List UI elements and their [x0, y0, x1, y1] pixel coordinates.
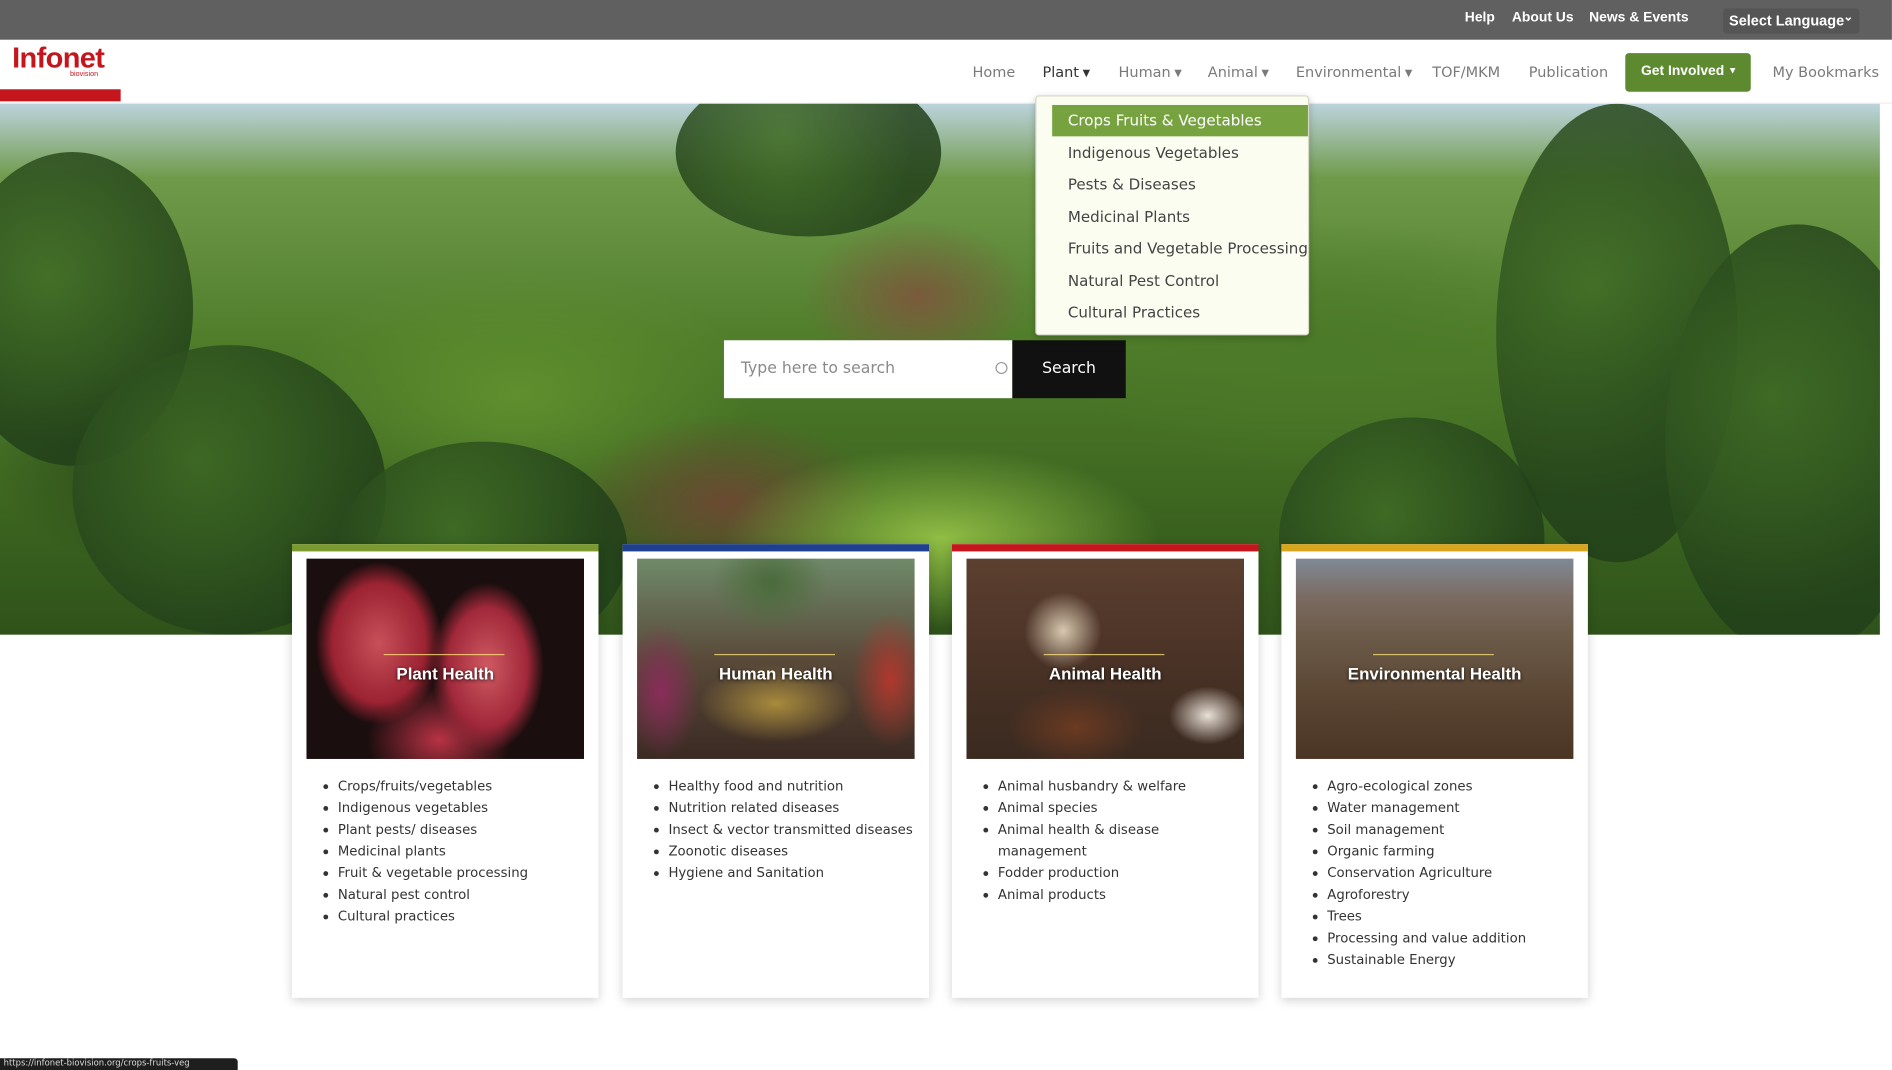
list-item[interactable]: Natural pest control [323, 884, 591, 906]
caret-down-icon: ▼ [1082, 67, 1091, 79]
list-item[interactable]: Healthy food and nutrition [653, 776, 922, 798]
hero-tree [675, 103, 942, 237]
chevron-down-icon: ⌄ [1843, 10, 1854, 25]
plant-health-list: Crops/fruits/vegetables Indigenous veget… [323, 776, 591, 928]
list-item[interactable]: Medicinal plants [323, 841, 591, 863]
news-events-link[interactable]: News & Events [1589, 11, 1688, 25]
list-item[interactable]: Agroforestry [1312, 884, 1581, 906]
plant-dropdown-menu: Crops Fruits & Vegetables Indigenous Veg… [1035, 95, 1310, 336]
list-item[interactable]: Fodder production [983, 863, 1251, 885]
list-item[interactable]: Indigenous vegetables [323, 798, 591, 820]
search-clear-icon [995, 361, 1008, 375]
nav-environmental-label: Environmental [1295, 63, 1402, 81]
environmental-health-card: Environmental Health Agro-ecological zon… [1281, 544, 1588, 998]
card-accent-bar [291, 544, 599, 552]
card-title-rule [1373, 653, 1494, 656]
nav-plant-label: Plant [1042, 63, 1079, 81]
list-item[interactable]: Animal species [983, 798, 1251, 820]
card-accent-bar [952, 544, 1259, 552]
animal-health-list: Animal husbandry & welfare Animal specie… [983, 776, 1251, 906]
search-placeholder: Type here to search [740, 359, 896, 378]
card-title: Plant Health [396, 663, 495, 683]
language-select[interactable]: Select Language ⌄ [1723, 8, 1860, 34]
list-item[interactable]: Soil management [1312, 819, 1581, 841]
nav-my-bookmarks[interactable]: My Bookmarks [1772, 64, 1879, 81]
list-item[interactable]: Water management [1312, 798, 1581, 820]
card-title-rule [714, 653, 835, 656]
caret-down-icon: ▼ [1261, 67, 1269, 79]
logo-red-bar [0, 89, 121, 102]
search-button[interactable]: Search [1012, 340, 1126, 399]
list-item[interactable]: Animal health & disease management [983, 819, 1251, 862]
list-item[interactable]: Nutrition related diseases [653, 798, 922, 820]
list-item[interactable]: Conservation Agriculture [1312, 863, 1581, 885]
caret-down-icon: ▼ [1727, 65, 1738, 77]
environmental-health-list: Agro-ecological zones Water management S… [1312, 776, 1581, 972]
list-item[interactable]: Agro-ecological zones [1312, 776, 1581, 798]
get-involved-label: Get Involved [1640, 63, 1725, 79]
nav-plant[interactable]: Plant ▼ [1043, 64, 1091, 81]
dropdown-item-medicinal-plants[interactable]: Medicinal Plants [1052, 202, 1308, 233]
card-title: Human Health [719, 663, 833, 683]
page: Help About Us News & Events Select Langu… [0, 0, 1892, 1070]
nav-human[interactable]: Human ▼ [1119, 64, 1182, 81]
dropdown-item-crops-fruits-vegetables[interactable]: Crops Fruits & Vegetables [1052, 104, 1308, 137]
list-item[interactable]: Hygiene and Sanitation [653, 863, 922, 885]
nav-environmental[interactable]: Environmental ▼ [1296, 64, 1412, 81]
card-title: Animal Health [1048, 663, 1162, 683]
caret-down-icon: ▼ [1174, 67, 1182, 79]
caret-down-icon: ▼ [1404, 67, 1413, 79]
help-link[interactable]: Help [1465, 11, 1495, 25]
about-us-link[interactable]: About Us [1512, 11, 1574, 25]
top-utility-bar: Help About Us News & Events Select Langu… [0, 0, 1892, 40]
list-item[interactable]: Organic farming [1312, 841, 1581, 863]
nav-tof-mkm[interactable]: TOF/MKM [1432, 64, 1500, 81]
nav-publication[interactable]: Publication [1529, 64, 1608, 81]
nav-human-label: Human [1118, 63, 1171, 81]
plant-health-card: Plant Health Crops/fruits/vegetables Ind… [291, 544, 599, 998]
list-item[interactable]: Insect & vector transmitted diseases [653, 819, 922, 841]
dropdown-item-fruit-vegetable-processing[interactable]: Fruits and Vegetable Processing [1052, 233, 1308, 264]
list-item[interactable]: Sustainable Energy [1312, 950, 1581, 972]
list-item[interactable]: Crops/fruits/vegetables [323, 776, 591, 798]
nav-animal-label: Animal [1207, 63, 1258, 81]
logo-subtext: biovision [69, 71, 99, 79]
human-health-card: Human Health Healthy food and nutrition … [622, 544, 930, 998]
human-health-image[interactable]: Human Health [637, 558, 915, 759]
dropdown-item-indigenous-vegetables[interactable]: Indigenous Vegetables [1052, 138, 1308, 169]
language-select-label: Select Language [1729, 12, 1845, 29]
list-item[interactable]: Trees [1312, 906, 1581, 928]
plant-health-image[interactable]: Plant Health [306, 558, 584, 759]
list-item[interactable]: Cultural practices [323, 906, 591, 928]
search-input[interactable]: Type here to search [723, 340, 1013, 399]
infonet-logo[interactable]: Infonet biovision [0, 40, 121, 103]
card-title-rule [383, 653, 505, 656]
list-item[interactable]: Plant pests/ diseases [323, 819, 591, 841]
human-health-list: Healthy food and nutrition Nutrition rel… [653, 776, 922, 885]
environmental-health-image[interactable]: Environmental Health [1295, 558, 1574, 759]
card-accent-bar [1281, 544, 1588, 552]
nav-home[interactable]: Home [973, 64, 1016, 81]
list-item[interactable]: Zoonotic diseases [653, 841, 922, 863]
list-item[interactable]: Processing and value addition [1312, 928, 1581, 950]
dropdown-item-cultural-practices[interactable]: Cultural Practices [1052, 297, 1308, 328]
card-accent-bar [622, 544, 930, 552]
list-item[interactable]: Animal products [983, 884, 1251, 906]
list-item[interactable]: Animal husbandry & welfare [983, 776, 1251, 798]
nav-animal[interactable]: Animal ▼ [1208, 64, 1269, 81]
get-involved-button[interactable]: Get Involved ▼ [1625, 53, 1751, 92]
dropdown-item-pests-diseases[interactable]: Pests & Diseases [1052, 169, 1308, 200]
animal-health-image[interactable]: Animal Health [966, 558, 1245, 759]
card-title-rule [1043, 653, 1165, 656]
dropdown-item-natural-pest-control[interactable]: Natural Pest Control [1052, 265, 1308, 296]
card-title: Environmental Health [1347, 663, 1522, 683]
list-item[interactable]: Fruit & vegetable processing [323, 863, 591, 885]
status-bar-url: https://infonet-biovision.org/crops-frui… [0, 1058, 238, 1070]
animal-health-card: Animal Health Animal husbandry & welfare… [952, 544, 1259, 998]
